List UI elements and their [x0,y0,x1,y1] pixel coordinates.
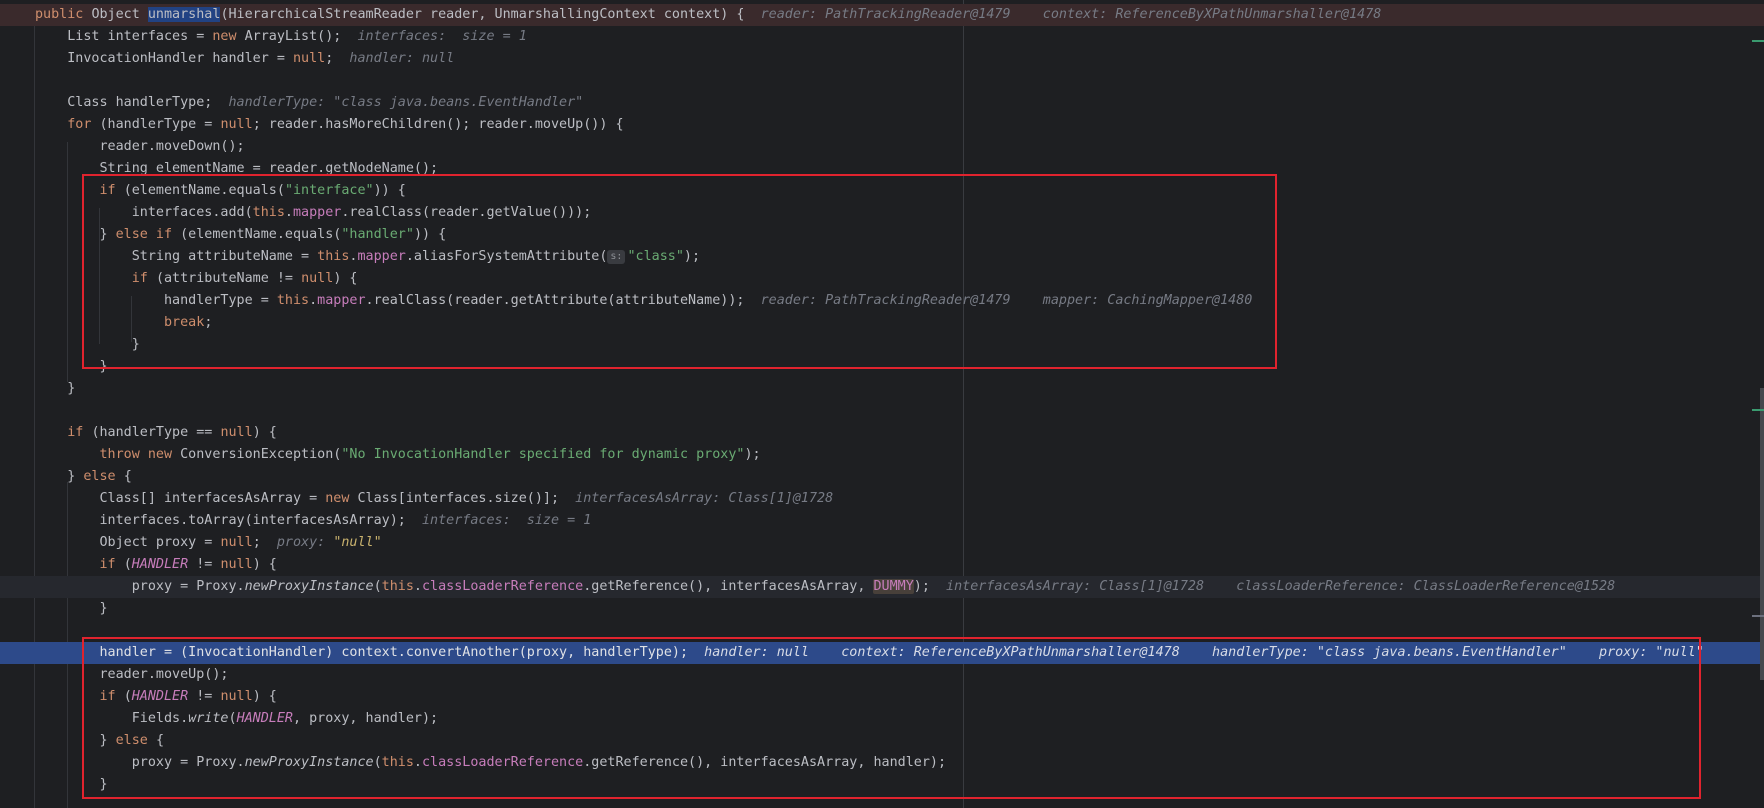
inline-debug-value: interfacesAsArray: Class[1]@1728 [559,491,834,506]
code-token: InvocationHandler handler = [35,51,293,66]
code-token: ; [252,535,261,550]
inline-debug-value: handler: null [333,51,455,66]
code-token: new [212,29,245,44]
inline-debug-value: "null" [333,535,382,550]
inline-debug-value: handlerType: "class java.beans.EventHand… [212,95,584,110]
code-token: ) { [252,557,277,572]
code-line[interactable] [0,400,1764,422]
inline-debug-value: interfacesAsArray: Class[1]@1728 classLo… [929,579,1616,594]
code-token: { [123,469,132,484]
code-token: newProxyInstance [244,579,374,594]
code-token: null [220,535,253,550]
code-token: Object proxy = [35,535,221,550]
method-signature-line[interactable]: public Object unmarshal(HierarchicalStre… [0,4,1764,26]
code-line[interactable]: interfaces.toArray(interfacesAsArray); i… [0,510,1764,532]
code-token: Object [91,7,148,22]
code-token: DUMMY [873,579,914,594]
code-line[interactable]: if (HANDLER != null) { [0,554,1764,576]
code-token: != [188,557,221,572]
code-line[interactable]: } [0,378,1764,400]
code-token: ; reader.hasMoreChildren(); reader.moveU… [252,117,624,132]
code-token: (HierarchicalStreamReader reader, Unmars… [220,7,745,22]
code-line[interactable]: Class[] interfacesAsArray = new Class[in… [0,488,1764,510]
code-line[interactable]: throw new ConversionException("No Invoca… [0,444,1764,466]
code-token: Class handlerType; [35,95,213,110]
code-token: "No InvocationHandler specified for dyna… [341,447,745,462]
code-token: Class[interfaces.size()]; [357,491,560,506]
code-line[interactable]: Class handlerType; handlerType: "class j… [0,92,1764,114]
code-line[interactable]: } [0,598,1764,620]
code-token: unmarshal [147,7,221,22]
scrollbar-change-marker [1752,615,1764,617]
code-line[interactable]: InvocationHandler handler = null; handle… [0,48,1764,70]
code-token: } [35,381,76,396]
code-token: ); [913,579,930,594]
inline-debug-value: reader: PathTrackingReader@1479 context:… [744,7,1382,22]
code-token: interfaces.toArray(interfacesAsArray); [35,513,406,528]
code-token: ( [373,579,382,594]
code-token: if [99,557,124,572]
vertical-scrollbar-thumb[interactable] [1760,388,1764,680]
code-token: ) { [252,425,277,440]
inline-debug-value: interfaces: size = 1 [405,513,592,528]
code-token: null [220,117,253,132]
code-token: HANDLER [131,557,189,572]
code-token: throw new [99,447,181,462]
code-token: .getReference(), interfacesAsArray, [583,579,874,594]
code-token: null [292,51,326,66]
inline-debug-value: proxy: [260,535,334,550]
scrollbar-change-marker [1752,409,1764,411]
code-token: Class[] interfacesAsArray = [35,491,326,506]
code-token: } [35,469,84,484]
code-token: ArrayList(); [244,29,342,44]
code-token: for [67,117,100,132]
annotation-box-handler-branch [82,174,1277,369]
code-line[interactable]: proxy = Proxy.newProxyInstance(this.clas… [0,576,1764,598]
code-line[interactable]: for (handlerType = null; reader.hasMoreC… [0,114,1764,136]
code-token: public [35,7,92,22]
code-line[interactable]: if (handlerType == null) { [0,422,1764,444]
code-token: if [67,425,92,440]
inline-debug-value: interfaces: size = 1 [341,29,527,44]
code-line[interactable]: reader.moveDown(); [0,136,1764,158]
code-token: (handlerType == [91,425,221,440]
code-token: ConversionException( [180,447,342,462]
code-token: ); [744,447,761,462]
code-token: proxy = Proxy. [35,579,245,594]
code-token: new [325,491,358,506]
code-editor[interactable]: public Object unmarshal(HierarchicalStre… [0,0,1764,808]
code-token: (handlerType = [99,117,221,132]
annotation-box-convert-another [82,637,1701,799]
code-token: } [35,601,108,616]
code-token: List interfaces = [35,29,213,44]
code-token: else [83,469,124,484]
scrollbar-change-marker [1752,40,1764,42]
code-line[interactable] [0,70,1764,92]
code-token: classLoaderReference [421,579,584,594]
code-token: null [220,425,253,440]
code-token: . [413,579,422,594]
code-token: reader.moveDown(); [35,139,245,154]
code-token: ( [123,557,132,572]
code-token: this [381,579,414,594]
code-line[interactable]: Object proxy = null; proxy: "null" [0,532,1764,554]
code-line[interactable]: } else { [0,466,1764,488]
code-token: null [220,557,253,572]
code-line[interactable]: List interfaces = new ArrayList(); inter… [0,26,1764,48]
